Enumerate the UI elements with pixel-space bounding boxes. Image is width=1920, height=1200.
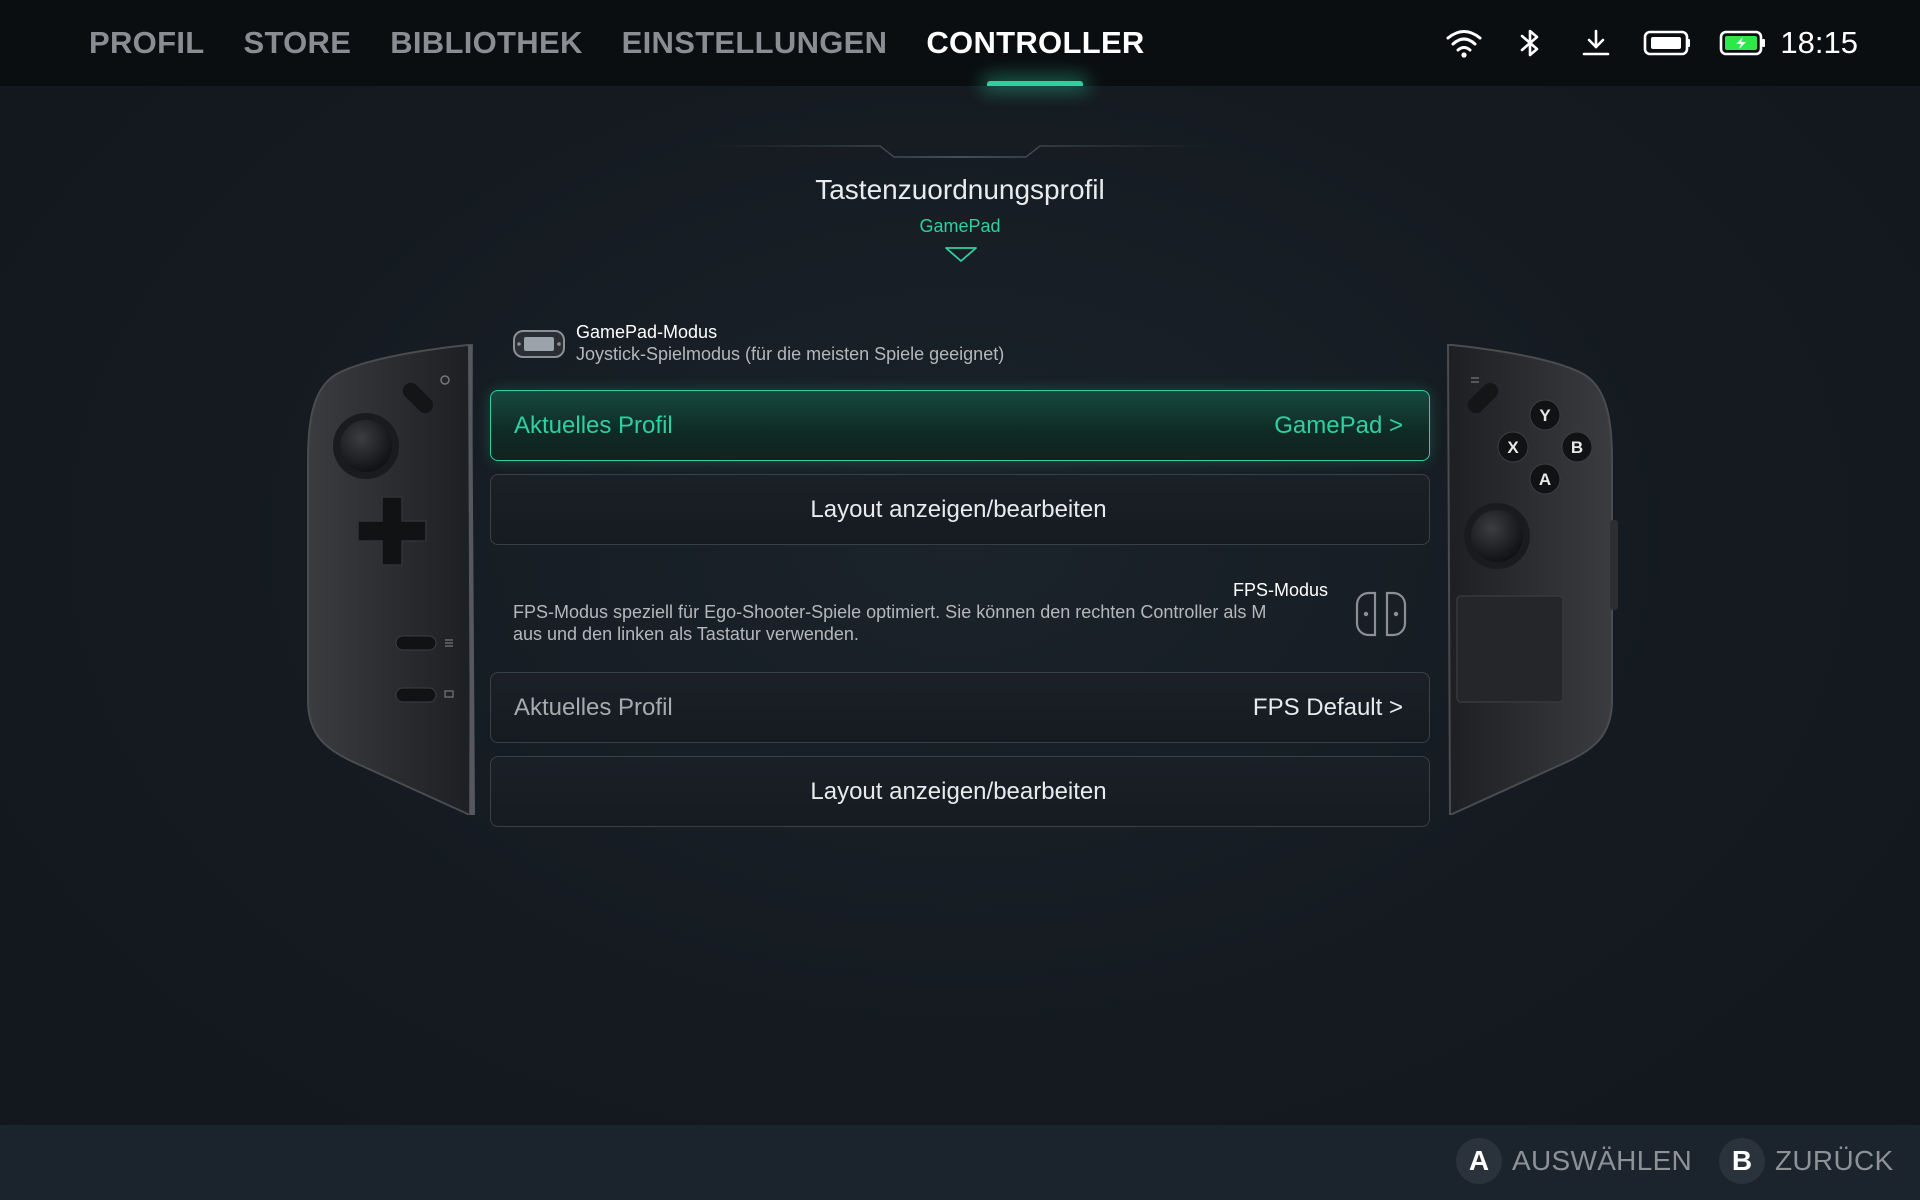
split-controllers-icon (1355, 591, 1407, 637)
controller-button-x: X (1507, 438, 1519, 457)
gamepad-current-profile-value: GamePad > (1274, 411, 1403, 439)
profile-title: Tastenzuordnungsprofil (815, 174, 1105, 205)
gamepad-mode-description: Joystick-Spielmodus (für die meisten Spi… (576, 344, 1005, 364)
chevron-down-icon (945, 247, 977, 262)
tab-einstellungen[interactable]: EINSTELLUNGEN (622, 0, 888, 86)
fps-mode-header: FPS-Modus FPS-Modus speziell für Ego-Sho… (513, 580, 1328, 645)
tab-store[interactable]: STORE (243, 0, 351, 86)
controller-button-y: Y (1539, 406, 1551, 425)
back-hint[interactable]: B ZURÜCK (1719, 1138, 1893, 1184)
select-hint[interactable]: A AUSWÄHLEN (1456, 1138, 1692, 1184)
profile-header[interactable]: Tastenzuordnungsprofil GamePad (660, 140, 1260, 270)
status-tray: 18:15 (1418, 0, 1858, 86)
gamepad-mode-title: GamePad-Modus (576, 322, 718, 342)
bluetooth-icon[interactable] (1510, 23, 1550, 63)
b-button-icon: B (1719, 1138, 1765, 1184)
download-icon[interactable] (1576, 23, 1616, 63)
handheld-icon (513, 329, 565, 358)
fps-current-profile-label: Aktuelles Profil (514, 693, 673, 721)
fps-mode-description-line1: FPS-Modus speziell für Ego-Shooter-Spiel… (513, 602, 1267, 622)
wifi-icon[interactable] (1444, 23, 1484, 63)
back-hint-label: ZURÜCK (1775, 1145, 1894, 1176)
controller-button-a: A (1539, 470, 1551, 489)
top-bar: PROFIL STORE BIBLIOTHEK EINSTELLUNGEN CO… (0, 0, 1920, 86)
tab-controller[interactable]: CONTROLLER (926, 0, 1144, 86)
main-nav: PROFIL STORE BIBLIOTHEK EINSTELLUNGEN CO… (89, 0, 1184, 86)
clock: 18:15 (1780, 25, 1858, 60)
fps-current-profile-row[interactable]: Aktuelles Profil FPS Default > (490, 672, 1430, 743)
controller-button-b: B (1571, 438, 1583, 457)
fps-layout-button[interactable]: Layout anzeigen/bearbeiten (490, 756, 1430, 827)
gamepad-current-profile-row[interactable]: Aktuelles Profil GamePad > (490, 390, 1430, 461)
select-hint-label: AUSWÄHLEN (1512, 1145, 1693, 1176)
battery-charging-icon (1718, 23, 1768, 63)
fps-current-profile-value: FPS Default > (1252, 693, 1403, 721)
fps-layout-label: Layout anzeigen/bearbeiten (810, 777, 1107, 805)
right-controller-image: Y X B A (1446, 344, 1618, 815)
fps-mode-title: FPS-Modus (1232, 580, 1328, 600)
gamepad-layout-label: Layout anzeigen/bearbeiten (810, 495, 1107, 523)
fps-mode-description-line2: aus und den linken als Tastatur verwende… (513, 624, 859, 644)
device-battery-icon (1642, 23, 1692, 63)
header-divider-top (700, 145, 1220, 158)
gamepad-layout-button[interactable]: Layout anzeigen/bearbeiten (490, 474, 1430, 545)
gamepad-current-profile-label: Aktuelles Profil (514, 411, 673, 439)
profile-subtitle: GamePad (919, 216, 1001, 236)
a-button-icon: A (1456, 1138, 1502, 1184)
left-controller-image (307, 344, 475, 815)
gamepad-mode-header: GamePad-Modus Joystick-Spielmodus (für d… (512, 322, 1004, 365)
tab-bibliothek[interactable]: BIBLIOTHEK (390, 0, 582, 86)
tab-profil[interactable]: PROFIL (89, 0, 204, 86)
